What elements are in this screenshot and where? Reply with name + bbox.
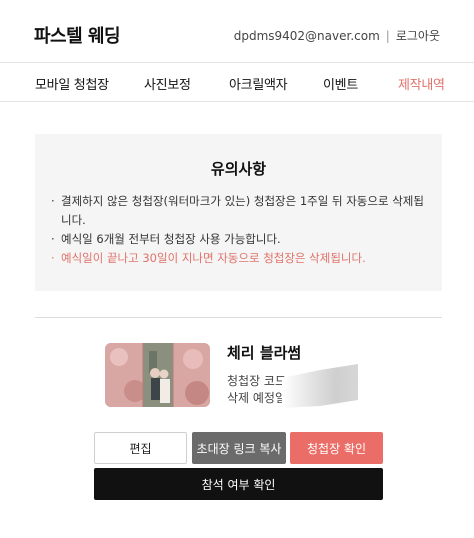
account-separator: | <box>385 28 390 43</box>
rsvp-check-button[interactable]: 참석 여부 확인 <box>94 468 383 500</box>
user-email: dpdms9402@naver.com <box>233 28 380 43</box>
notice-item: 결제하지 않은 청첩장(워터마크가 있는) 청첩장은 1주일 뒤 자동으로 삭제… <box>51 192 431 230</box>
header: 파스텔 웨딩 dpdms9402@naver.com | 로그아웃 <box>0 0 474 62</box>
nav-item-event[interactable]: 이벤트 <box>323 74 358 93</box>
redaction-overlay <box>280 364 360 408</box>
notice-item-warning: 예식일이 끝나고 30일이 지나면 자동으로 청첩장은 삭제됩니다. <box>51 249 431 268</box>
delete-date-label: 삭제 예정일 <box>227 391 287 405</box>
nav-item-photo-edit[interactable]: 사진보정 <box>144 74 191 93</box>
invitation-code-label: 청첩장 코드 <box>227 374 287 388</box>
nav-item-orders[interactable]: 제작내역 <box>398 74 445 93</box>
divider <box>35 317 442 318</box>
view-invitation-button[interactable]: 청첩장 확인 <box>290 432 383 464</box>
edit-button[interactable]: 편집 <box>94 432 187 464</box>
notice-list: 결제하지 않은 청첩장(워터마크가 있는) 청첩장은 1주일 뒤 자동으로 삭제… <box>51 192 431 268</box>
nav-item-mobile-invitation[interactable]: 모바일 청첩장 <box>35 74 109 93</box>
invitation-thumbnail[interactable] <box>105 343 210 407</box>
notice-item: 예식일 6개월 전부터 청첩장 사용 가능합니다. <box>51 230 431 249</box>
invitation-title: 체리 블라썸 <box>227 344 302 362</box>
invitation-meta: 청첩장 코드 삭제 예정일 <box>227 373 286 407</box>
thumbnail-image <box>105 343 210 407</box>
nav-item-acrylic-frame[interactable]: 아크릴액자 <box>229 74 288 93</box>
notice-box: 유의사항 결제하지 않은 청첩장(워터마크가 있는) 청첩장은 1주일 뒤 자동… <box>35 134 442 291</box>
account-area: dpdms9402@naver.com | 로그아웃 <box>234 27 440 44</box>
logout-link[interactable]: 로그아웃 <box>396 27 440 44</box>
main-nav: 모바일 청첩장 사진보정 아크릴액자 이벤트 제작내역 <box>0 62 474 102</box>
copy-invite-link-button[interactable]: 초대장 링크 복사 <box>192 432 286 464</box>
notice-title: 유의사항 <box>210 160 267 178</box>
brand-logo[interactable]: 파스텔 웨딩 <box>34 22 121 48</box>
